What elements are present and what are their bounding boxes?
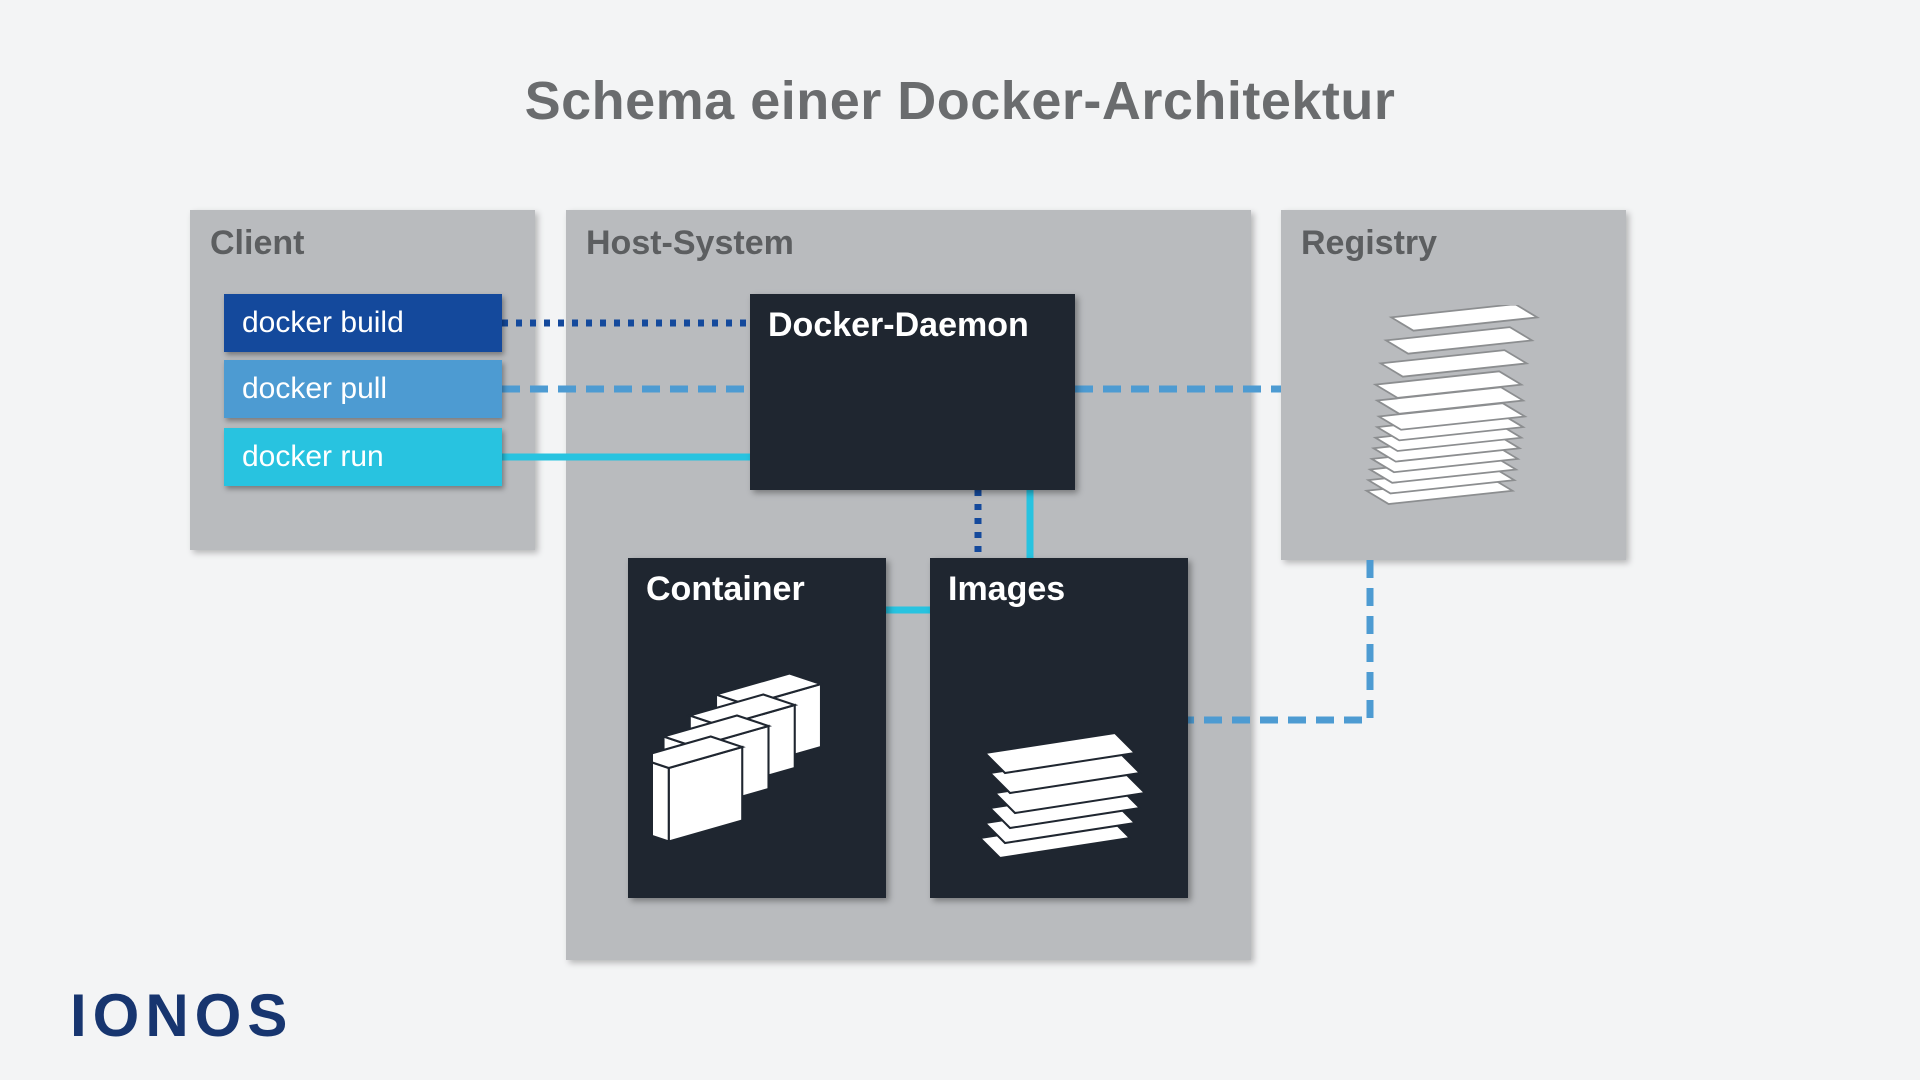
registry-panel-label: Registry	[1301, 224, 1437, 263]
client-panel-label: Client	[210, 224, 304, 263]
container-label: Container	[646, 570, 805, 609]
registry-panel: Registry	[1281, 210, 1626, 560]
docker-daemon-box: Docker-Daemon	[750, 294, 1075, 490]
container-box: Container	[628, 558, 886, 898]
docker-pull-label: docker pull	[242, 372, 387, 406]
host-panel-label: Host-System	[586, 224, 794, 263]
docker-build-command: docker build	[224, 294, 502, 352]
docker-build-label: docker build	[242, 306, 404, 340]
containers-stack-icon	[653, 658, 863, 878]
ionos-logo: IONOS	[70, 981, 293, 1050]
docker-daemon-label: Docker-Daemon	[768, 306, 1029, 345]
images-label: Images	[948, 570, 1065, 609]
images-box: Images	[930, 558, 1188, 898]
docker-run-command: docker run	[224, 428, 502, 486]
diagram-title: Schema einer Docker-Architektur	[525, 70, 1396, 132]
image-layers-icon	[950, 728, 1170, 888]
docker-run-label: docker run	[242, 440, 384, 474]
docker-pull-command: docker pull	[224, 360, 502, 418]
